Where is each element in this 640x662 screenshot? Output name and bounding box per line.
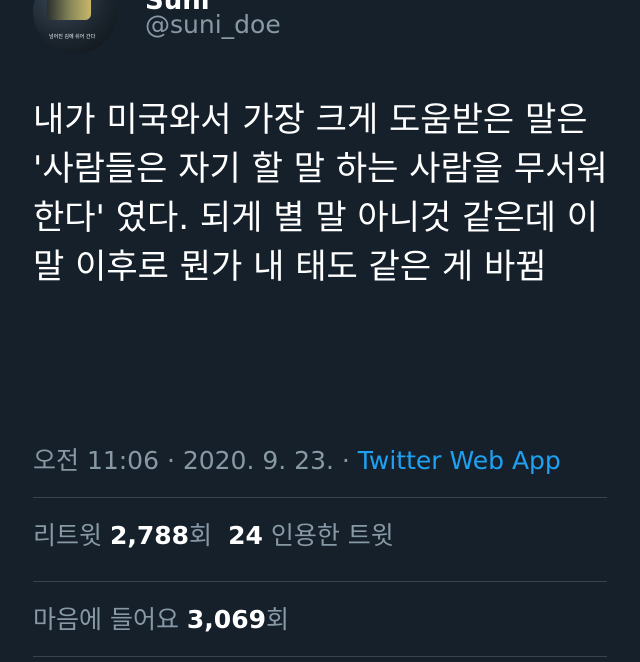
- likes-stats-row: 마음에 들어요 3,069회: [33, 600, 289, 636]
- retweets-suffix: 회: [189, 521, 213, 550]
- meta-separator: ·: [159, 446, 183, 475]
- likes-suffix: 회: [265, 605, 289, 634]
- tweet-detail: 넘어진 김에 쉬어 간다 Suni @suni_doe 내가 미국와서 가장 크…: [0, 0, 640, 662]
- meta-separator: ·: [333, 446, 358, 475]
- avatar[interactable]: 넘어진 김에 쉬어 간다: [33, 0, 117, 54]
- retweet-stats-row: 리트윗 2,788회 24 인용한 트윗: [33, 516, 394, 552]
- retweets-label: 리트윗: [33, 521, 103, 550]
- tweet-time[interactable]: 오전 11:06: [33, 446, 159, 475]
- quotes-stat[interactable]: 24 인용한 트윗: [228, 521, 394, 550]
- quotes-count: 24: [228, 521, 263, 550]
- likes-label: 마음에 들어요: [33, 605, 179, 634]
- divider: [33, 656, 607, 657]
- quotes-label: 인용한 트윗: [270, 521, 394, 550]
- tweet-timestamp-row: 오전 11:06 · 2020. 9. 23. · Twitter Web Ap…: [33, 441, 561, 477]
- tweet-source-link[interactable]: Twitter Web App: [358, 446, 561, 475]
- avatar-caption: 넘어진 김에 쉬어 간다: [49, 34, 96, 40]
- likes-stat[interactable]: 마음에 들어요 3,069회: [33, 605, 289, 634]
- retweets-stat[interactable]: 리트윗 2,788회: [33, 521, 212, 550]
- retweets-count: 2,788: [109, 521, 190, 550]
- divider: [33, 581, 607, 582]
- author-handle[interactable]: @suni_doe: [145, 10, 281, 39]
- divider: [33, 497, 607, 498]
- tweet-text: 내가 미국와서 가장 크게 도움받은 말은 '사람들은 자기 할 말 하는 사람…: [33, 100, 608, 287]
- avatar-figure: [47, 0, 91, 20]
- tweet-date[interactable]: 2020. 9. 23.: [183, 446, 334, 475]
- likes-count: 3,069: [186, 605, 266, 634]
